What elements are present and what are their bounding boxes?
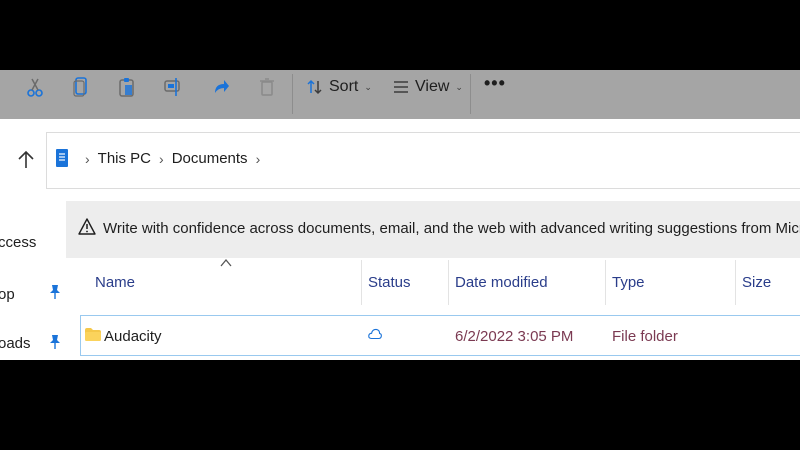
address-bar[interactable]: › This PC › Documents ›: [46, 132, 800, 189]
nav-item-quick-access[interactable]: ccess: [0, 234, 36, 251]
pin-icon[interactable]: [48, 284, 62, 300]
breadcrumb-separator: ›: [85, 150, 90, 167]
row-type: File folder: [612, 328, 678, 345]
table-row[interactable]: Audacity 6/2/2022 3:05 PM File folder: [80, 315, 800, 356]
file-explorer-window: Sort ⌄ View ⌄ ••• › This PC › Documents …: [0, 70, 800, 360]
command-bar: Sort ⌄ View ⌄ •••: [0, 70, 800, 119]
column-header-size[interactable]: Size: [742, 274, 771, 291]
share-icon[interactable]: [210, 76, 232, 98]
row-name[interactable]: Audacity: [104, 328, 162, 345]
cloud-icon: [368, 328, 382, 340]
breadcrumb: › This PC › Documents ›: [77, 150, 268, 167]
folder-icon: [85, 328, 101, 341]
chevron-down-icon: ⌄: [455, 81, 463, 92]
sort-button[interactable]: Sort ⌄: [306, 75, 372, 99]
copy-icon[interactable]: [70, 76, 92, 98]
banner-message: Write with confidence across documents, …: [103, 220, 800, 237]
sort-icon: [307, 79, 322, 95]
sort-ascending-icon: [220, 258, 232, 267]
column-divider[interactable]: [361, 260, 362, 305]
breadcrumb-documents[interactable]: Documents: [172, 150, 248, 167]
nav-item-desktop[interactable]: op: [0, 286, 15, 303]
chevron-down-icon: ⌄: [364, 81, 372, 92]
column-header-name[interactable]: Name: [95, 274, 135, 291]
sort-label: Sort: [329, 78, 359, 95]
paste-icon[interactable]: [116, 76, 138, 98]
column-header-status[interactable]: Status: [368, 274, 411, 291]
view-button[interactable]: View ⌄: [392, 75, 463, 99]
column-header-type[interactable]: Type: [612, 274, 645, 291]
view-label: View: [415, 78, 450, 95]
up-arrow-icon[interactable]: [14, 148, 38, 172]
warning-icon: [78, 218, 96, 235]
column-divider[interactable]: [605, 260, 606, 305]
view-icon: [394, 81, 408, 93]
toolbar-separator: [470, 74, 471, 114]
column-divider[interactable]: [448, 260, 449, 305]
rename-icon[interactable]: [162, 76, 184, 98]
delete-icon[interactable]: [256, 76, 278, 98]
breadcrumb-separator: ›: [159, 150, 164, 167]
nav-item-downloads[interactable]: oads: [0, 335, 31, 352]
cut-icon[interactable]: [24, 76, 46, 98]
breadcrumb-separator[interactable]: ›: [256, 151, 261, 167]
editor-suggestion-banner[interactable]: Write with confidence across documents, …: [66, 201, 800, 258]
pin-icon[interactable]: [48, 334, 62, 350]
document-folder-icon: [56, 149, 68, 167]
column-header-date-modified[interactable]: Date modified: [455, 274, 548, 291]
breadcrumb-this-pc[interactable]: This PC: [98, 150, 151, 167]
toolbar-separator: [292, 74, 293, 114]
more-options-button[interactable]: •••: [484, 73, 506, 94]
column-divider[interactable]: [735, 260, 736, 305]
row-date-modified: 6/2/2022 3:05 PM: [455, 328, 574, 345]
